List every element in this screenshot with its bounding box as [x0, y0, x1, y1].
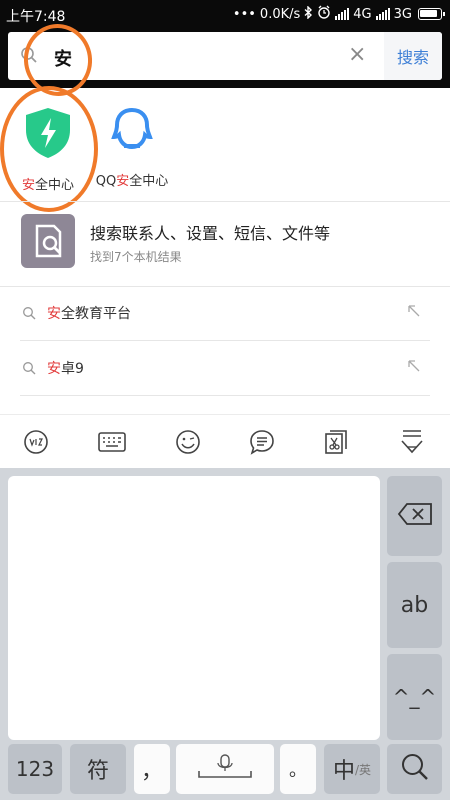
handwriting-pad[interactable]: [8, 476, 380, 740]
backspace-icon: [397, 502, 433, 530]
status-bar: 上午7:48 ••• 0.0K/s 4G 3G: [0, 0, 450, 28]
keyboard: ab ^_^ 123 符 ， 。 中/英: [0, 468, 450, 800]
bluetooth-icon: [304, 4, 313, 23]
keyboard-layout-icon[interactable]: [98, 428, 126, 456]
suggestion-divider: [20, 395, 430, 396]
annotation-circle-app: [0, 86, 98, 212]
suggestion-text: 安全教育平台: [47, 306, 131, 322]
keyboard-toolbar: [0, 414, 450, 468]
suggestion-item[interactable]: 安全教育平台: [0, 287, 450, 341]
network-type-1: 4G: [353, 6, 372, 22]
notification-dots: •••: [232, 6, 256, 22]
battery-icon: [418, 8, 445, 20]
status-indicators: ••• 0.0K/s 4G 3G: [232, 4, 445, 23]
signal-strength-icon: [335, 8, 350, 20]
letters-key[interactable]: ab: [387, 562, 442, 648]
search-icon: [400, 752, 430, 786]
arrow-up-left-icon[interactable]: [407, 303, 421, 322]
alarm-icon: [317, 5, 331, 23]
local-search-icon: [21, 214, 75, 268]
delete-key[interactable]: [387, 476, 442, 556]
network-type-2: 3G: [393, 6, 412, 22]
quick-reply-icon[interactable]: [248, 428, 276, 456]
suggestion-divider: [20, 340, 430, 341]
emoji-icon[interactable]: [174, 428, 202, 456]
local-search-item[interactable]: 搜索联系人、设置、短信、文件等 找到7个本机结果: [0, 202, 450, 282]
microphone-icon: [195, 753, 255, 785]
search-icon: [22, 360, 36, 379]
clipboard-icon[interactable]: [322, 428, 350, 456]
numbers-key[interactable]: 123: [8, 744, 62, 794]
hide-keyboard-icon[interactable]: [398, 428, 426, 456]
symbols-key[interactable]: 符: [70, 744, 126, 794]
qq-penguin-shield-icon: [109, 107, 155, 160]
voice-input-icon[interactable]: [22, 428, 50, 456]
clear-icon[interactable]: ×: [348, 42, 366, 67]
network-speed: 0.0K/s: [259, 6, 301, 22]
search-icon: [22, 305, 36, 324]
app-label: QQ安全中心: [95, 174, 169, 189]
arrow-up-left-icon[interactable]: [407, 358, 421, 377]
local-search-subtitle: 找到7个本机结果: [90, 250, 182, 264]
suggestion-text: 安卓9: [47, 361, 84, 377]
space-key[interactable]: [176, 744, 274, 794]
signal-strength-icon-2: [375, 8, 390, 20]
local-search-title: 搜索联系人、设置、短信、文件等: [90, 224, 331, 243]
period-key[interactable]: 。: [280, 744, 316, 794]
emoticon-key[interactable]: ^_^: [387, 654, 442, 740]
search-button[interactable]: 搜索: [384, 32, 442, 80]
comma-key[interactable]: ，: [134, 744, 170, 794]
search-key[interactable]: [387, 744, 442, 794]
suggestion-item[interactable]: 安卓9: [0, 342, 450, 396]
language-switch-key[interactable]: 中/英: [324, 744, 380, 794]
